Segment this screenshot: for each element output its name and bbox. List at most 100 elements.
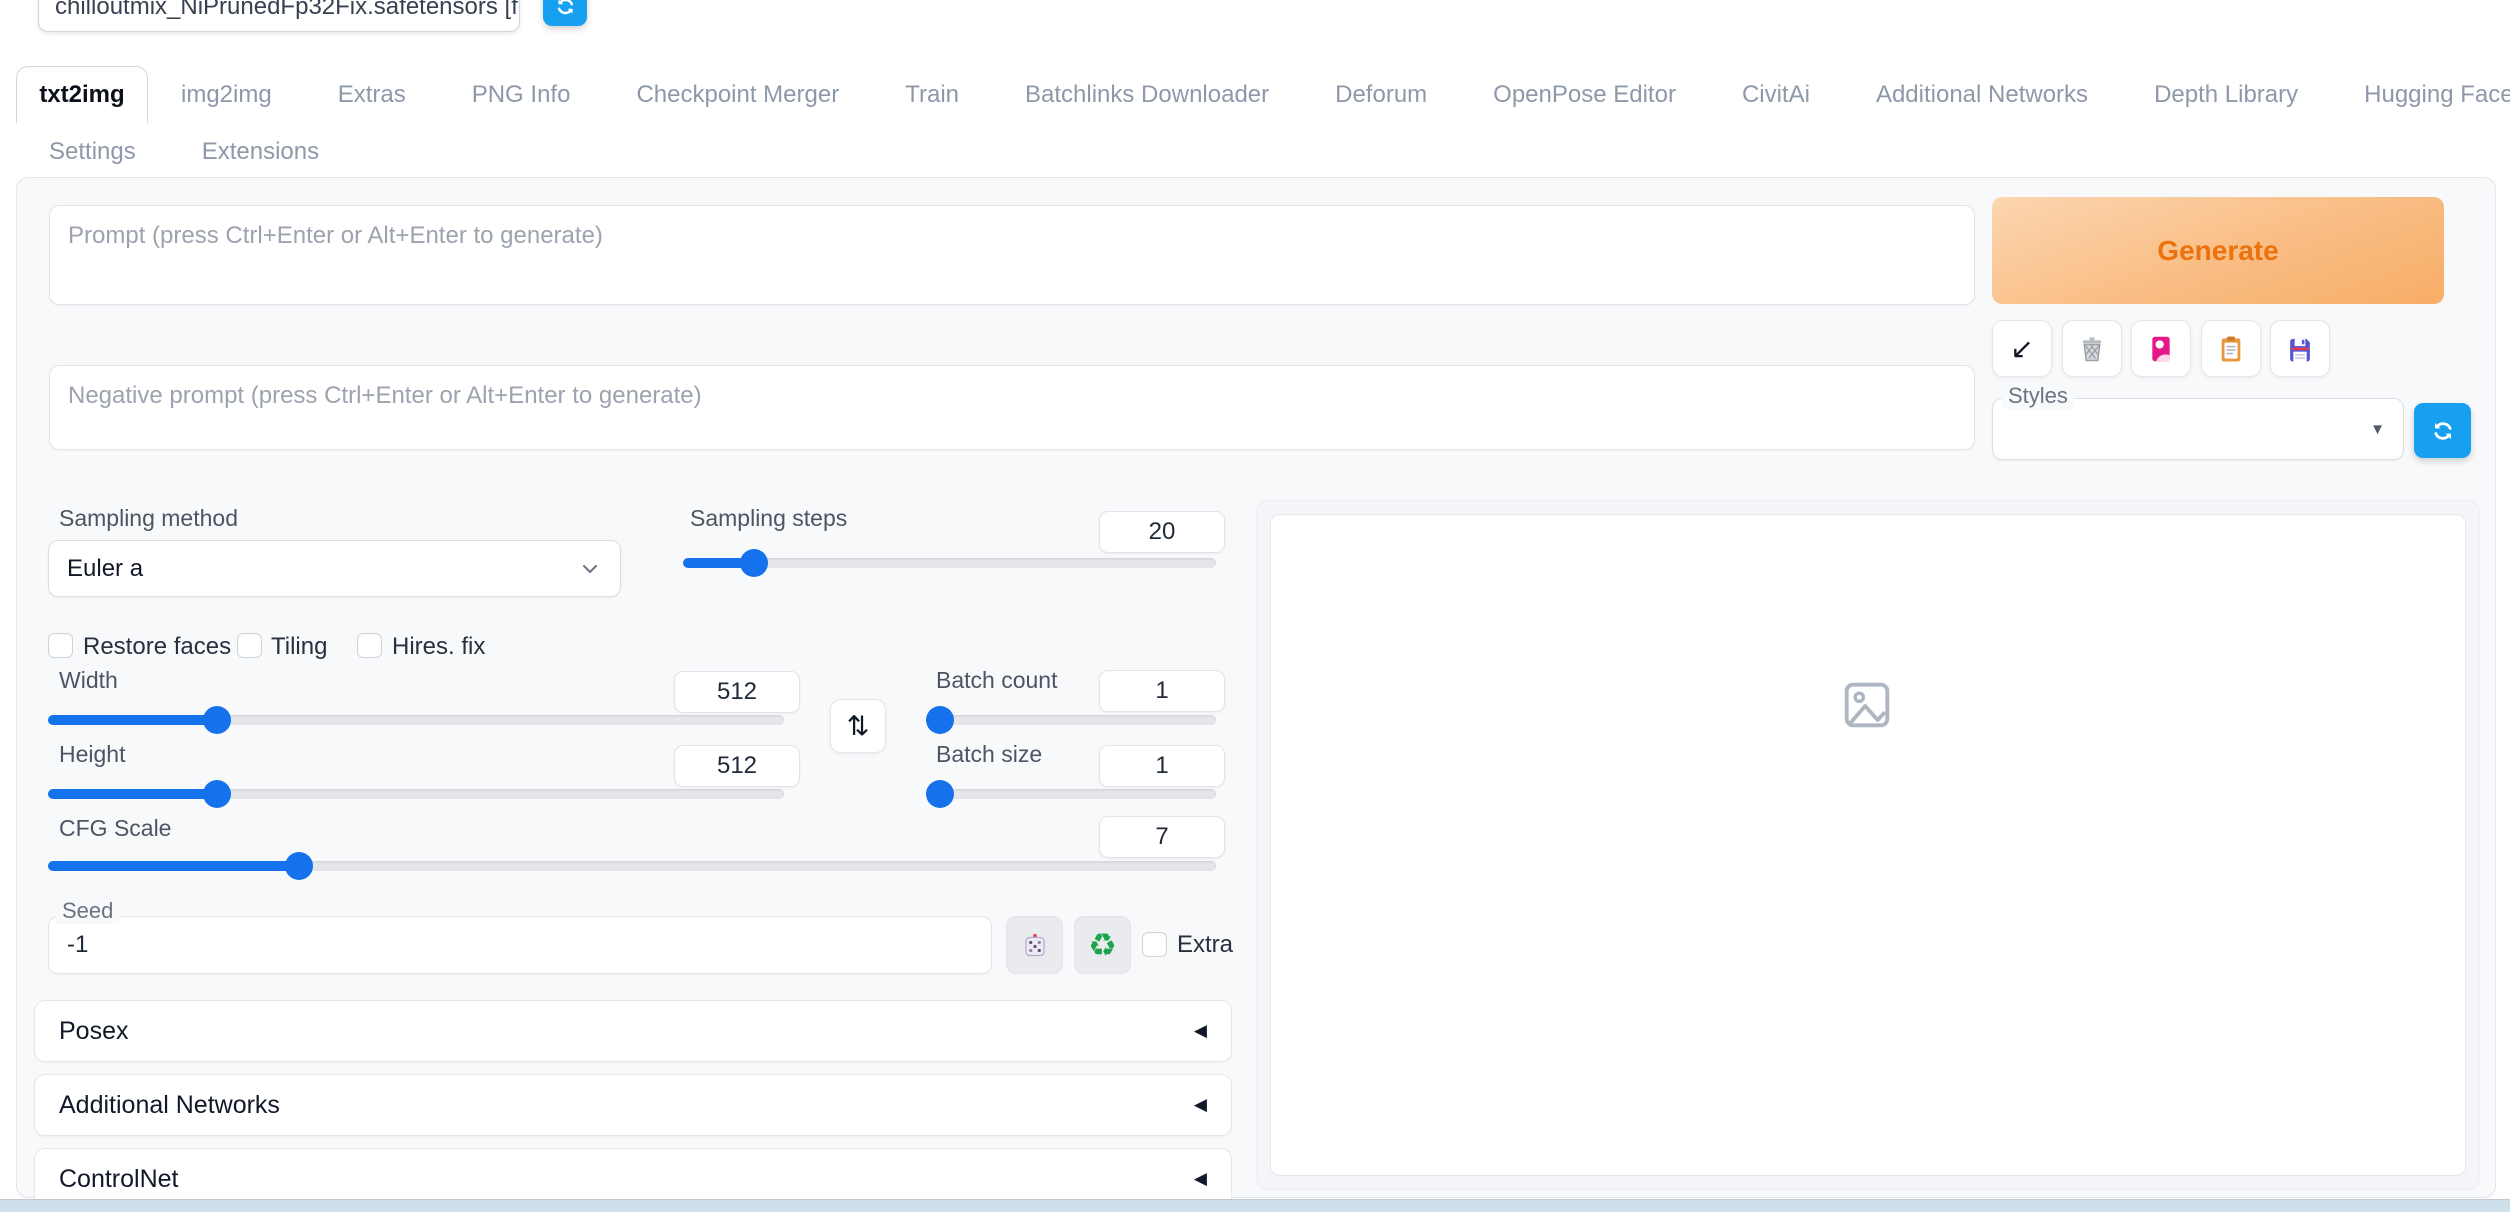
paste-prompt-button[interactable]: ↙ [1992, 320, 2052, 377]
reuse-seed-button[interactable]: ♻ [1074, 916, 1131, 974]
seed-extra-checkbox[interactable] [1142, 932, 1167, 957]
prompt-input[interactable] [49, 205, 1975, 305]
accordion-collapsed-icon: ◀ [1194, 1169, 1207, 1189]
accordion-title: Additional Networks [59, 1091, 280, 1120]
accordion-title: Posex [59, 1017, 128, 1046]
tiling-checkbox[interactable] [237, 633, 262, 658]
tab-train[interactable]: Train [872, 66, 992, 124]
tab-extensions[interactable]: Extensions [169, 124, 352, 179]
slider-thumb[interactable] [203, 780, 231, 808]
batch-size-label: Batch size [936, 741, 1042, 768]
checkpoint-select-value: chilloutmix_NiPrunedFp32Fix.safetensors … [55, 0, 520, 21]
hires-fix-label: Hires. fix [392, 633, 485, 661]
slider-fill [48, 789, 217, 799]
slider-track[interactable] [933, 715, 1216, 725]
sampling-steps-input[interactable] [1099, 511, 1225, 553]
swap-width-height-button[interactable]: ⇅ [830, 699, 886, 753]
recycle-icon: ♻ [1088, 929, 1117, 961]
width-slider[interactable] [48, 706, 784, 734]
txt2img-page: chilloutmix_NiPrunedFp32Fix.safetensors … [0, 0, 2510, 1212]
caret-down-icon: ▼ [2370, 421, 2385, 438]
extra-networks-button[interactable] [2131, 320, 2191, 377]
slider-fill [683, 558, 754, 568]
slider-track[interactable] [933, 789, 1216, 799]
arrow-down-left-icon: ↙ [2010, 335, 2033, 363]
batch-count-label: Batch count [936, 667, 1057, 694]
slider-track[interactable] [683, 558, 1216, 568]
clipboard-icon [2215, 333, 2247, 365]
refresh-icon [2430, 418, 2456, 444]
floppy-icon [2284, 333, 2316, 365]
slider-fill [933, 789, 940, 799]
accordion-additional-networks[interactable]: Additional Networks ◀ [34, 1074, 1232, 1136]
generate-button[interactable]: Generate [1992, 197, 2444, 304]
tab-img2img[interactable]: img2img [148, 66, 305, 124]
seed-extra-label: Extra [1177, 931, 1233, 959]
styles-label: Styles [2002, 383, 2074, 409]
tiling-label: Tiling [271, 633, 327, 661]
card-icon [2145, 333, 2177, 365]
slider-thumb[interactable] [740, 549, 768, 577]
slider-fill [48, 861, 299, 871]
restore-faces-checkbox[interactable] [48, 633, 73, 658]
tab-additional-networks[interactable]: Additional Networks [1843, 66, 2121, 124]
save-style-button[interactable] [2270, 320, 2330, 377]
sampling-method-value: Euler a [67, 555, 143, 583]
refresh-icon [554, 0, 577, 18]
clear-prompt-button[interactable] [2062, 320, 2122, 377]
slider-thumb[interactable] [203, 706, 231, 734]
restore-faces-label: Restore faces [83, 633, 231, 661]
accordion-collapsed-icon: ◀ [1194, 1021, 1207, 1041]
slider-thumb[interactable] [926, 706, 954, 734]
checkpoint-refresh-button[interactable] [543, 0, 587, 26]
batch-count-slider[interactable] [933, 706, 1216, 734]
seed-label: Seed [56, 898, 119, 924]
tab-batchlinks-downloader[interactable]: Batchlinks Downloader [992, 66, 1302, 124]
image-placeholder-icon [1838, 676, 1896, 734]
main-tabs-row: txt2img img2img Extras PNG Info Checkpoi… [16, 66, 2510, 124]
styles-refresh-button[interactable] [2414, 403, 2471, 458]
tab-civitai[interactable]: CivitAi [1709, 66, 1843, 124]
slider-thumb[interactable] [926, 780, 954, 808]
checkpoint-select[interactable]: chilloutmix_NiPrunedFp32Fix.safetensors … [38, 0, 520, 32]
tab-checkpoint-merger[interactable]: Checkpoint Merger [603, 66, 872, 124]
slider-track[interactable] [48, 789, 784, 799]
slider-fill [48, 715, 217, 725]
height-slider[interactable] [48, 780, 784, 808]
tab-openpose-editor[interactable]: OpenPose Editor [1460, 66, 1709, 124]
apply-styles-button[interactable] [2201, 320, 2261, 377]
accordion-title: ControlNet [59, 1165, 179, 1194]
slider-thumb[interactable] [285, 852, 313, 880]
slider-fill [933, 715, 940, 725]
chevron-down-icon [578, 557, 602, 581]
output-image-area [1270, 514, 2466, 1176]
batch-size-slider[interactable] [933, 780, 1216, 808]
cfg-scale-label: CFG Scale [59, 815, 171, 842]
width-label: Width [59, 667, 118, 694]
slider-track[interactable] [48, 715, 784, 725]
random-seed-button[interactable] [1006, 916, 1063, 974]
seed-input[interactable] [48, 916, 992, 974]
dice-icon [1020, 930, 1050, 960]
tab-txt2img[interactable]: txt2img [16, 66, 148, 124]
sampling-steps-slider[interactable] [683, 549, 1216, 577]
tab-deforum[interactable]: Deforum [1302, 66, 1460, 124]
swap-arrows-icon: ⇅ [847, 713, 870, 740]
height-label: Height [59, 741, 125, 768]
cfg-scale-slider[interactable] [48, 852, 1216, 880]
secondary-tabs-row: Settings Extensions [16, 124, 352, 179]
hires-fix-checkbox[interactable] [357, 633, 382, 658]
accordion-posex[interactable]: Posex ◀ [34, 1000, 1232, 1062]
tab-hugging-face[interactable]: Hugging Face [2331, 66, 2510, 124]
tab-extras[interactable]: Extras [305, 66, 439, 124]
sampling-method-label: Sampling method [59, 505, 238, 532]
negative-prompt-input[interactable] [49, 365, 1975, 450]
sampling-method-select[interactable]: Euler a [48, 540, 621, 597]
tab-depth-library[interactable]: Depth Library [2121, 66, 2331, 124]
sampling-steps-label: Sampling steps [690, 505, 847, 532]
slider-track[interactable] [48, 861, 1216, 871]
trash-icon [2076, 333, 2108, 365]
horizontal-scrollbar[interactable] [0, 1199, 2510, 1212]
tab-png-info[interactable]: PNG Info [439, 66, 604, 124]
tab-settings[interactable]: Settings [16, 124, 169, 179]
